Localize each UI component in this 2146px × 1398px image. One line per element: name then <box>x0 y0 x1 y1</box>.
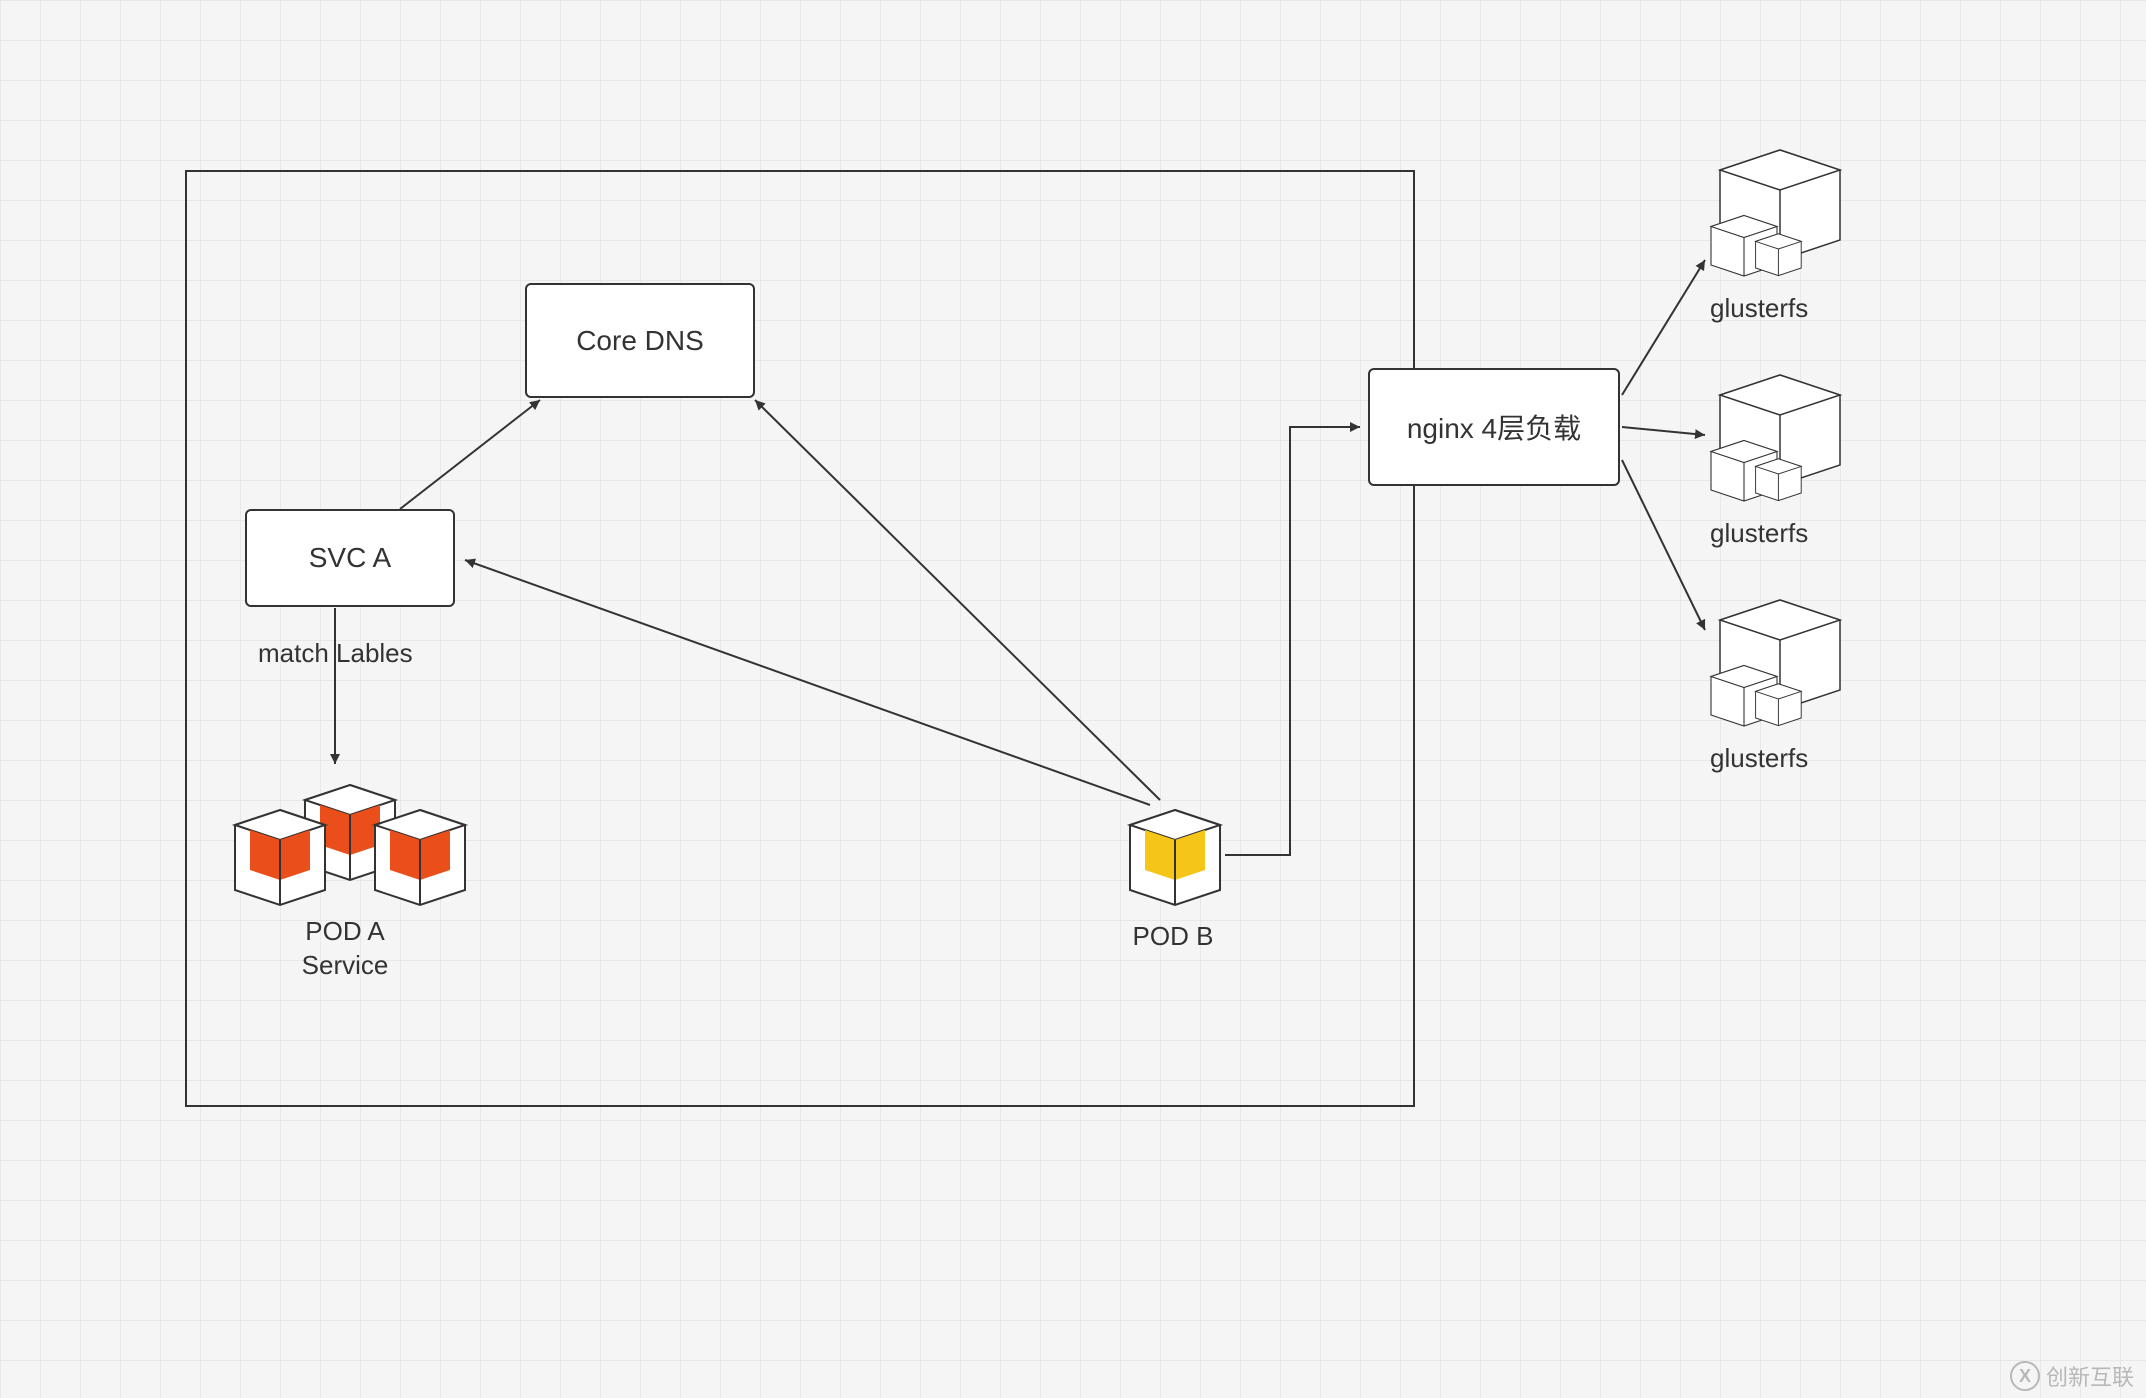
gfs2-cube <box>1700 365 1860 515</box>
svca-box: SVC A <box>245 509 455 607</box>
gfs3-label: glusterfs <box>1710 742 1808 776</box>
podb-label: POD B <box>1113 920 1233 954</box>
svca-label: SVC A <box>309 542 391 574</box>
gfs1-label: glusterfs <box>1710 292 1808 326</box>
nginx-label: nginx 4层负载 <box>1407 407 1581 447</box>
gfs3-cube <box>1700 590 1860 740</box>
edge-nginx-gfs1 <box>1622 260 1705 395</box>
watermark: X 创新互联 <box>2010 1360 2134 1392</box>
match-labels-text: match Lables <box>258 637 413 671</box>
coredns-label: Core DNS <box>576 325 704 357</box>
gfs2-label: glusterfs <box>1710 517 1808 551</box>
coredns-box: Core DNS <box>525 283 755 398</box>
watermark-text: 创新互联 <box>2046 1360 2134 1392</box>
edge-nginx-gfs2 <box>1622 427 1705 435</box>
watermark-icon: X <box>2010 1361 2040 1391</box>
poda-cubes <box>220 770 480 920</box>
diagram-canvas: Core DNS SVC A nginx 4层负载 match Lables P… <box>0 0 2146 1398</box>
poda-label: POD A Service <box>285 915 405 983</box>
podb-cube <box>1115 790 1235 920</box>
nginx-box: nginx 4层负载 <box>1368 368 1620 486</box>
gfs1-cube <box>1700 140 1860 290</box>
edge-nginx-gfs3 <box>1622 460 1705 630</box>
